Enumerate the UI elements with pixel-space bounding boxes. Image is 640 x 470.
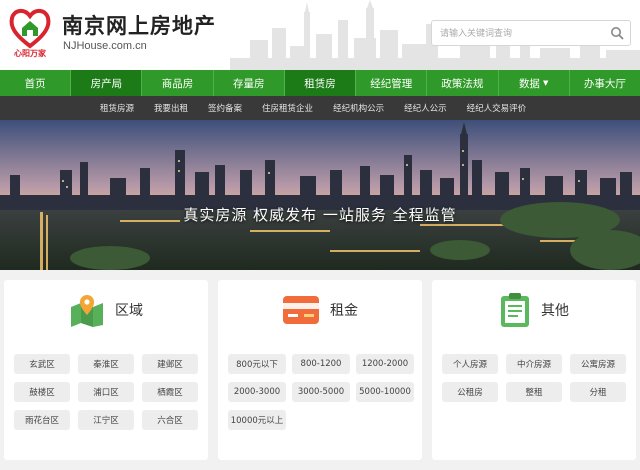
city-night-image — [0, 120, 640, 270]
area-option[interactable]: 雨花台区 — [14, 410, 70, 430]
site-url: NJHouse.com.cn — [63, 40, 147, 52]
nav-existing-housing[interactable]: 存量房 — [214, 70, 285, 96]
nav-rental-housing[interactable]: 租赁房 — [284, 70, 357, 96]
search-input[interactable] — [432, 22, 602, 46]
area-option[interactable]: 江宁区 — [78, 410, 134, 430]
site-title[interactable]: 南京网上房地产 — [62, 10, 216, 40]
area-card-header: 区域 — [4, 280, 208, 340]
subnav-contract-filing[interactable]: 签约备案 — [208, 102, 242, 114]
sub-nav: 租赁房源 我要出租 签约备案 住房租赁企业 经纪机构公示 经纪人公示 经纪人交易… — [0, 96, 640, 120]
site-logo[interactable]: 心阳万家 — [8, 6, 52, 58]
nav-label: 数据 — [518, 77, 540, 90]
subnav-list-for-rent[interactable]: 我要出租 — [154, 102, 188, 114]
hero-banner: 真实房源 权威发布 一站服务 全程监管 — [0, 120, 640, 270]
other-card-header: 其他 — [432, 280, 636, 340]
nav-label: 首页 — [24, 77, 46, 90]
other-card: 其他 个人房源 中介房源 公寓房源 公租房 整租 分租 — [432, 280, 636, 460]
area-option[interactable]: 建邺区 — [142, 354, 198, 374]
subnav-rental-listings[interactable]: 租赁房源 — [100, 102, 134, 114]
subnav-rental-companies[interactable]: 住房租赁企业 — [262, 102, 313, 114]
nav-agency-management[interactable]: 经纪管理 — [356, 70, 428, 96]
other-option[interactable]: 分租 — [570, 382, 626, 402]
nav-housing-bureau[interactable]: 房产局 — [71, 70, 143, 96]
nav-data-dropdown[interactable]: 数据 ▼ — [499, 70, 570, 96]
logo-text: 心阳万家 — [14, 48, 47, 58]
nav-commercial-housing[interactable]: 商品房 — [142, 70, 214, 96]
search-icon[interactable] — [610, 26, 624, 40]
area-option[interactable]: 浦口区 — [78, 382, 134, 402]
card-icon — [283, 296, 319, 324]
area-options: 玄武区 秦淮区 建邺区 鼓楼区 浦口区 栖霞区 雨花台区 江宁区 六合区 — [4, 340, 208, 430]
rent-options: 800元以下 800-1200 1200-2000 2000-3000 3000… — [218, 340, 422, 430]
other-option[interactable]: 公寓房源 — [570, 354, 626, 374]
other-card-title: 其他 — [541, 303, 569, 319]
search-box — [431, 20, 631, 46]
other-option[interactable]: 整租 — [506, 382, 562, 402]
rent-option[interactable]: 1200-2000 — [356, 354, 414, 374]
area-option[interactable]: 玄武区 — [14, 354, 70, 374]
area-option[interactable]: 秦淮区 — [78, 354, 134, 374]
nav-label: 经纪管理 — [370, 77, 413, 90]
rent-option[interactable]: 800元以下 — [228, 354, 286, 374]
area-option[interactable]: 栖霞区 — [142, 382, 198, 402]
rent-option[interactable]: 3000-5000 — [292, 382, 350, 402]
nav-service-hall[interactable]: 办事大厅 — [570, 70, 640, 96]
area-card: 区域 玄武区 秦淮区 建邺区 鼓楼区 浦口区 栖霞区 雨花台区 江宁区 六合区 — [4, 280, 208, 460]
other-option[interactable]: 个人房源 — [442, 354, 498, 374]
rent-card-title: 租金 — [330, 303, 358, 319]
rent-card: 租金 800元以下 800-1200 1200-2000 2000-3000 3… — [218, 280, 422, 460]
rent-option[interactable]: 5000-10000 — [356, 382, 414, 402]
rent-option[interactable]: 800-1200 — [292, 354, 350, 374]
other-option[interactable]: 中介房源 — [506, 354, 562, 374]
area-card-title: 区域 — [115, 303, 143, 319]
area-option[interactable]: 鼓楼区 — [14, 382, 70, 402]
site-header: 心阳万家 南京网上房地产 NJHouse.com.cn — [0, 0, 640, 70]
nav-label: 存量房 — [233, 77, 265, 90]
subnav-agent-rating[interactable]: 经纪人交易评价 — [467, 102, 527, 114]
other-option[interactable]: 公租房 — [442, 382, 498, 402]
nav-label: 租赁房 — [304, 77, 336, 90]
banner-slogan: 真实房源 权威发布 一站服务 全程监管 — [183, 206, 457, 224]
other-options: 个人房源 中介房源 公寓房源 公租房 整租 分租 — [432, 340, 636, 402]
nav-label: 商品房 — [161, 77, 194, 90]
caret-down-icon: ▼ — [542, 79, 549, 87]
subnav-agent-disclosure[interactable]: 经纪人公示 — [404, 102, 447, 114]
filter-cards: 区域 玄武区 秦淮区 建邺区 鼓楼区 浦口区 栖霞区 雨花台区 江宁区 六合区 … — [0, 270, 640, 460]
subnav-agency-disclosure[interactable]: 经纪机构公示 — [333, 102, 384, 114]
nav-policy[interactable]: 政策法规 — [427, 70, 499, 96]
rent-option[interactable]: 2000-3000 — [228, 382, 286, 402]
nav-label: 房产局 — [90, 77, 123, 90]
map-pin-icon — [71, 295, 103, 327]
clipboard-icon — [501, 293, 529, 327]
nav-label: 政策法规 — [441, 77, 484, 90]
rent-card-header: 租金 — [218, 280, 422, 340]
nav-home[interactable]: 首页 — [0, 70, 72, 96]
area-option[interactable]: 六合区 — [142, 410, 198, 430]
rent-option[interactable]: 10000元以上 — [228, 410, 286, 430]
main-nav: 首页 房产局 商品房 存量房 租赁房 经纪管理 政策法规 数据 ▼ 办事大厅 — [0, 70, 640, 96]
nav-label: 办事大厅 — [583, 77, 626, 90]
